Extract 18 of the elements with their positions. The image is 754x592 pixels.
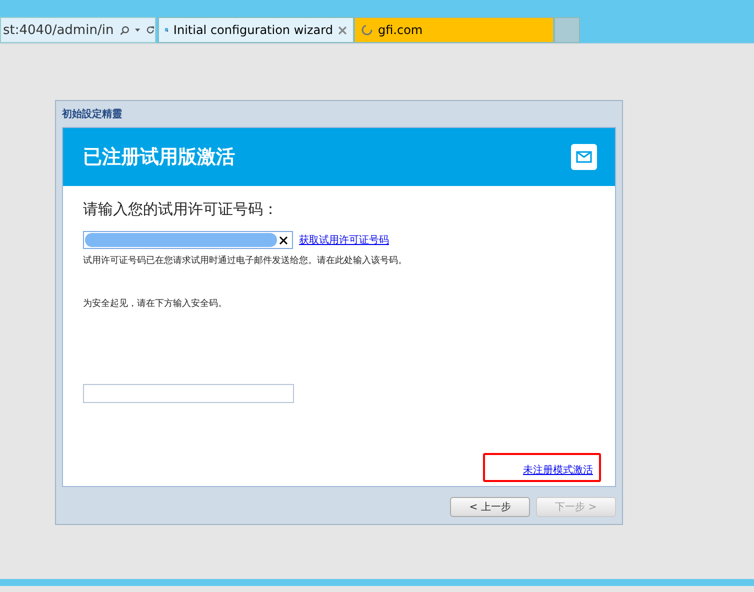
header-title: 已注册试用版激活	[83, 145, 235, 170]
license-prompt: 请输入您的试用许可证号码：	[83, 200, 279, 219]
envelope-icon[interactable]	[571, 144, 597, 170]
get-license-link[interactable]: 获取试用许可证号码	[299, 233, 389, 247]
loading-spinner-icon	[361, 24, 373, 36]
dropdown-caret-icon[interactable]	[135, 28, 140, 32]
unregistered-mode-link[interactable]: 未注册模式激活	[523, 463, 593, 477]
security-code-field[interactable]	[83, 384, 294, 403]
refresh-icon[interactable]	[146, 24, 155, 36]
dialog-title: 初始設定精靈	[62, 107, 123, 122]
search-icon[interactable]	[120, 24, 130, 36]
browser-tab[interactable]: Initial configuration wizard	[158, 17, 354, 43]
browser-tab[interactable]: gfi.com	[354, 17, 554, 43]
license-hint-text: 试用许可证号码已在您请求试用时通过电子邮件发送给您。请在此处输入该号码。	[83, 254, 408, 267]
back-button[interactable]: < 上一步	[450, 497, 530, 517]
close-tab-icon[interactable]	[338, 26, 347, 34]
security-code-text: 为安全起见，请在下方输入安全码。	[83, 298, 228, 310]
license-input-field[interactable]	[83, 231, 293, 249]
